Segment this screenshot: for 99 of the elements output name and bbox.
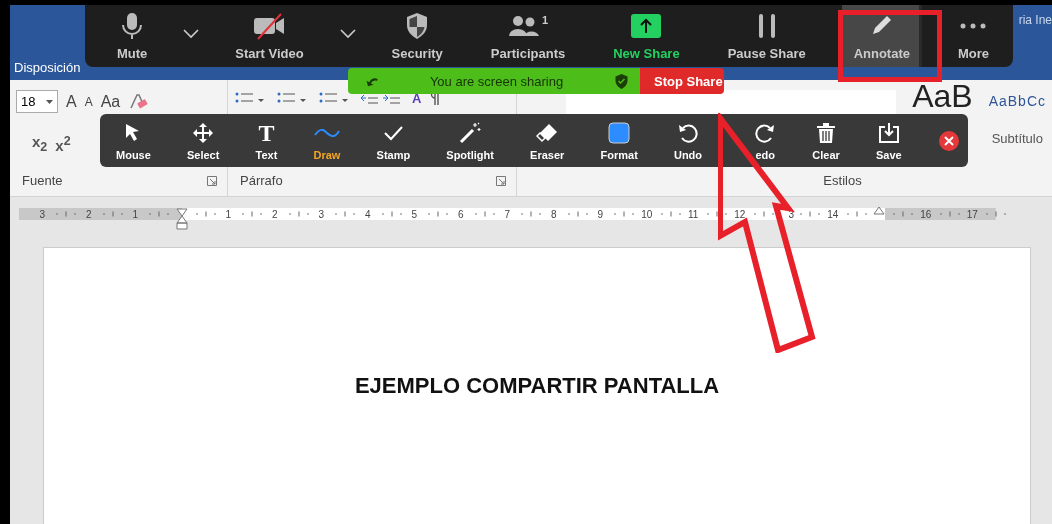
stop-share-button[interactable]: Stop Share	[640, 68, 724, 94]
ribbon-tab[interactable]: Disposición	[14, 60, 81, 75]
magic-wand-icon	[459, 121, 482, 144]
ruler-number: 3	[39, 208, 46, 220]
annotation-tool-button[interactable]: Format	[600, 116, 638, 165]
group-label: Párrafo	[240, 173, 283, 188]
ruler-number: 1	[132, 208, 139, 220]
more-icon	[959, 21, 988, 30]
ruler-ticks	[472, 210, 497, 218]
eraser-icon	[536, 122, 559, 143]
microphone-icon	[120, 11, 145, 40]
annotation-tool-button[interactable]: edo	[754, 116, 777, 165]
annotation-tool-button[interactable]: Spotlight	[446, 116, 494, 165]
move-icon	[192, 121, 215, 144]
trash-icon	[816, 121, 837, 144]
ruler-ticks	[751, 210, 776, 218]
ruler-number: 7	[504, 208, 511, 220]
meeting-toolbar-button[interactable]: 1 Participants	[478, 5, 578, 67]
ruler-ticks	[54, 210, 78, 218]
squiggle-icon	[313, 127, 340, 138]
annotation-tool-button[interactable]: Stamp	[376, 116, 411, 165]
meeting-toolbar-button[interactable]: Pause Share	[715, 5, 818, 67]
close-icon	[937, 129, 960, 152]
meeting-toolbar-button[interactable]: Mute	[105, 5, 160, 67]
indent-marker-icon[interactable]	[175, 208, 188, 230]
ruler-ticks	[519, 210, 543, 218]
chevron-icon[interactable]	[339, 29, 356, 39]
ruler-number: 3	[318, 208, 325, 220]
annotation-tool-button[interactable]: Undo	[673, 116, 703, 165]
group-label: Estilos	[823, 173, 862, 188]
ruler-ticks	[565, 210, 590, 218]
annotation-tool-button[interactable]: Draw	[313, 116, 341, 165]
ruler-number: 1	[225, 208, 232, 220]
meeting-toolbar-button[interactable]: New Share	[601, 5, 692, 67]
sort-button[interactable]: A	[412, 90, 422, 106]
shield-icon	[405, 11, 430, 40]
ruler-ticks	[286, 210, 311, 218]
camera-off-icon	[252, 11, 287, 40]
dialog-launcher-icon[interactable]	[207, 175, 217, 186]
ruler-ticks	[658, 210, 683, 218]
ruler-number: 8	[550, 208, 557, 220]
ruler-number: 16	[920, 208, 932, 220]
annotation-tool-button[interactable]: Save	[876, 116, 902, 165]
color-swatch-icon	[608, 121, 631, 144]
shield-check-icon	[615, 73, 628, 89]
annotation-tool-button[interactable]: Eraser	[530, 116, 565, 165]
chevron-icon[interactable]	[183, 29, 200, 39]
ruler-number: 6	[457, 208, 464, 220]
font-button[interactable]: Aa	[100, 92, 121, 111]
dropdown-icon	[46, 99, 53, 104]
ruler-ticks	[193, 210, 218, 218]
meeting-toolbar-button[interactable]: Start Video	[223, 5, 316, 67]
ruler-number: 2	[271, 208, 278, 220]
ruler-ticks	[379, 210, 404, 218]
annotation-tool-button[interactable]: Clear	[812, 116, 840, 165]
group-label: Fuente	[22, 173, 63, 188]
ruler-number: 17	[966, 208, 978, 220]
font-button[interactable]: A	[66, 92, 77, 111]
ruler-number: 5	[411, 208, 418, 220]
ruler-ticks	[100, 210, 125, 218]
document-heading: EJEMPLO COMPARTIR PANTALLA	[354, 373, 720, 399]
ruler-ticks	[891, 210, 915, 218]
ruler-number: 4	[364, 208, 371, 220]
ruler-ticks	[798, 210, 822, 218]
checkmark-icon	[383, 124, 404, 141]
people-icon	[507, 13, 540, 38]
ruler-ticks	[937, 210, 962, 218]
meeting-toolbar-button[interactable]: More	[945, 5, 1001, 67]
ruler-ticks	[426, 210, 450, 218]
script-button[interactable]: x$^{2}$	[55, 133, 71, 154]
meeting-toolbar-button[interactable]: Annotate	[841, 5, 922, 67]
annotation-tool-button[interactable]: Select	[187, 116, 220, 165]
font-size-field[interactable]: 18	[16, 90, 58, 113]
ruler-number: 12	[734, 208, 746, 220]
font-button[interactable]: A	[84, 94, 93, 109]
ruler-number: 10	[641, 208, 653, 220]
ruler-ticks	[333, 210, 357, 218]
style-preview[interactable]: AaBbCc Subtítulo	[988, 93, 1046, 146]
annotation-tool-button[interactable]: T Text	[255, 116, 278, 165]
ruler-ticks	[844, 210, 869, 218]
script-button[interactable]: x$_{2}$	[32, 133, 48, 154]
user-name: ria Ine	[1018, 13, 1052, 27]
close-button[interactable]	[937, 129, 960, 152]
ruler-number: 11	[688, 208, 699, 220]
ruler-number: 14	[827, 208, 839, 220]
ruler-number: 9	[597, 208, 604, 220]
ruler-ticks	[705, 210, 729, 218]
annotation-tool-button[interactable]: Mouse	[116, 116, 151, 165]
ruler-ticks	[147, 210, 171, 218]
ruler-ticks	[240, 210, 264, 218]
download-icon	[877, 121, 900, 144]
meeting-toolbar-button[interactable]: Security	[379, 5, 455, 67]
dialog-launcher-icon[interactable]	[496, 175, 506, 186]
sharing-status-text: You are screen sharing	[428, 73, 565, 89]
ruler-ticks	[612, 210, 636, 218]
participant-count: 1	[541, 13, 549, 26]
style-preview[interactable]: AaB	[912, 84, 973, 108]
ruler-number: 2	[85, 208, 92, 220]
ruler-ticks	[984, 210, 1008, 218]
